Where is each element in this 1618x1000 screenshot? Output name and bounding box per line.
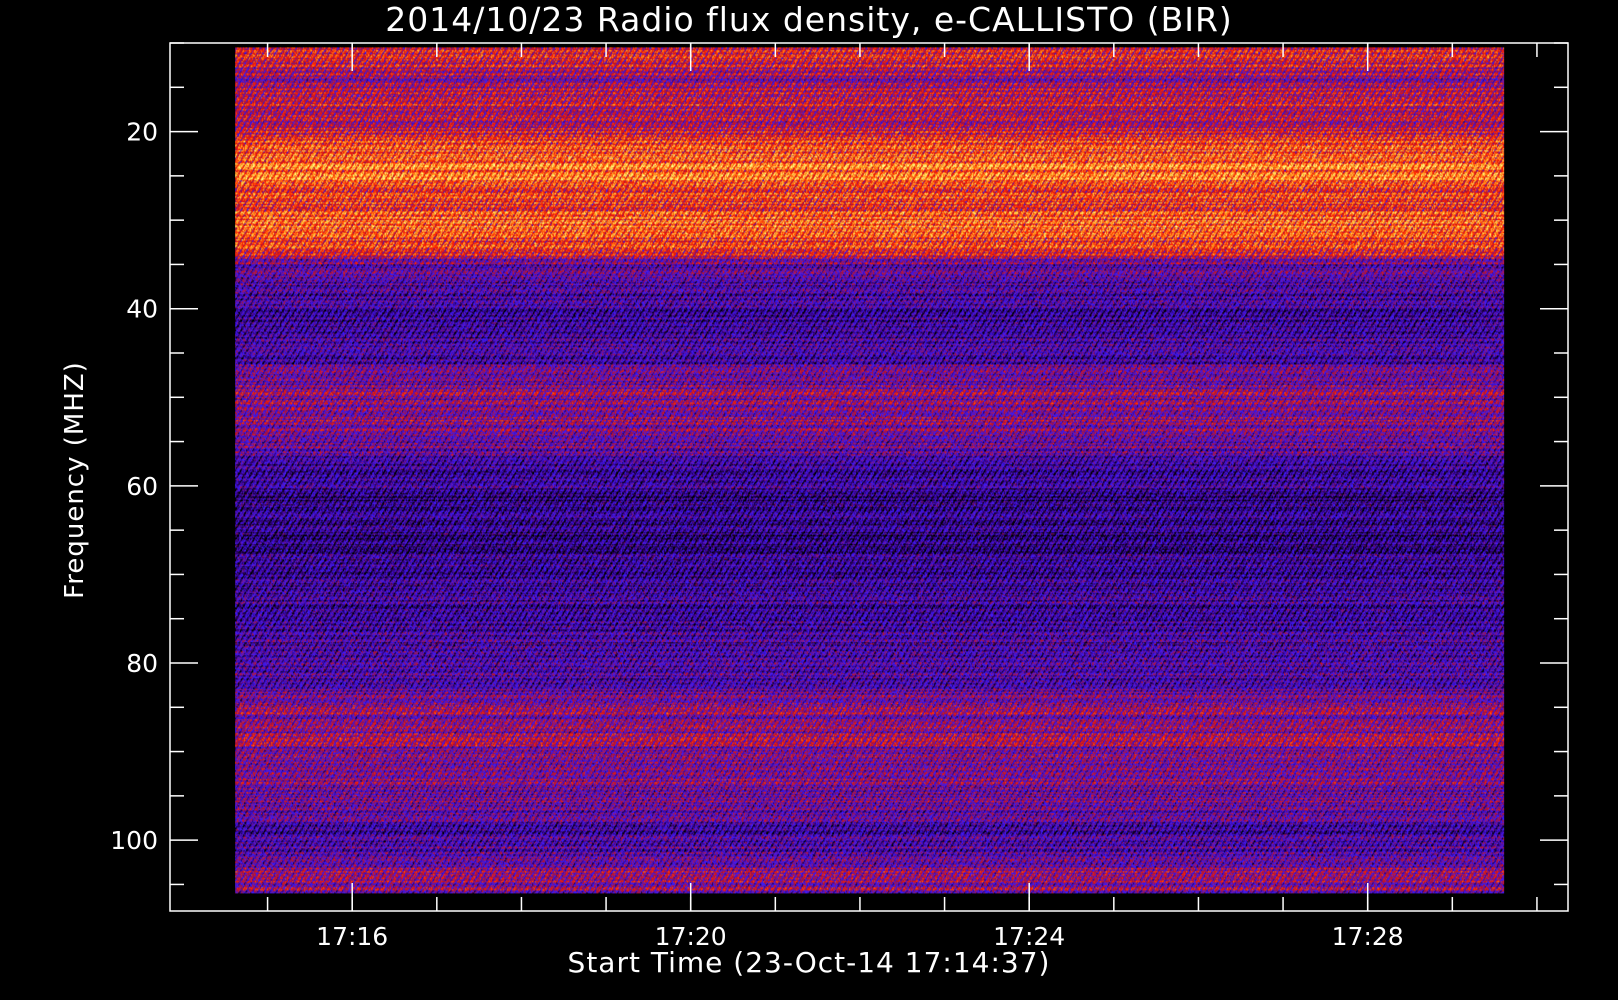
y-tick-label: 100 — [110, 826, 158, 855]
y-tick-label: 60 — [126, 472, 158, 501]
y-tick-label: 40 — [126, 295, 158, 324]
y-tick-label: 80 — [126, 649, 158, 678]
spectrogram-chart: 2040608010017:16 17:20 17:24 17:28 — [110, 42, 1569, 951]
y-axis-label: Frequency (MHZ) — [60, 361, 90, 599]
y-tick-label: 20 — [126, 118, 158, 147]
spectrogram-image — [235, 47, 1505, 894]
x-axis-label: Start Time (23-Oct-14 17:14:37) — [567, 946, 1051, 979]
